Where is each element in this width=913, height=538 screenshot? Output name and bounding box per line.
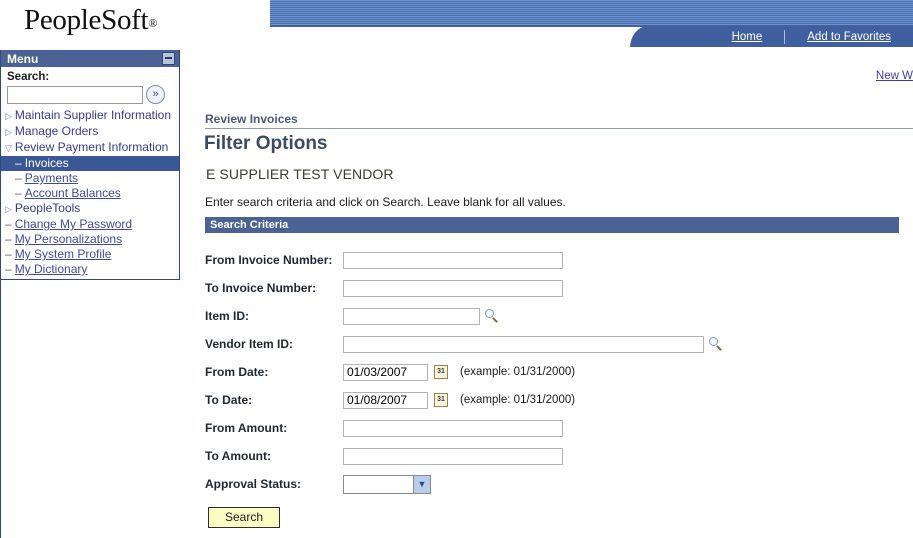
bullet-dash-icon: –: [15, 156, 22, 170]
approval-status-select-wrap: ▼: [343, 474, 431, 494]
new-window-link[interactable]: New Window: [876, 70, 913, 82]
sidebar-menu-panel: Menu Search: » ▷ Maintain Supplier Inform…: [0, 50, 180, 280]
app-header: PeopleSoft® Home Add to Favorites: [0, 0, 913, 48]
item-id-label: Item ID:: [205, 309, 250, 323]
menu-tree: ▷ Maintain Supplier Information ▷ Manage O…: [1, 108, 179, 279]
sidebar-item-label: Review Payment Information: [14, 140, 169, 154]
menu-title-label: Menu: [7, 51, 39, 66]
instruction-text: Enter search criteria and click on Searc…: [205, 195, 566, 209]
field-row-to-invoice-number: To Invoice Number:: [205, 274, 905, 302]
vendor-item-id-label: Vendor Item ID:: [205, 337, 294, 351]
sidebar-item-label: Manage Orders: [14, 124, 99, 138]
vendor-item-id-lookup-magnifier-icon[interactable]: [709, 337, 723, 351]
sidebar-item-account-balances[interactable]: – Account Balances: [1, 186, 179, 201]
to-invoice-number-input[interactable]: [343, 279, 563, 297]
page-title: Filter Options: [204, 133, 328, 154]
from-date-input[interactable]: [343, 363, 428, 381]
approval-status-label: Approval Status:: [205, 477, 302, 491]
sidebar-item-label: Maintain Supplier Information: [14, 108, 172, 122]
menu-header: Menu: [1, 50, 179, 67]
from-invoice-number-input[interactable]: [343, 251, 563, 269]
collapsed-triangle-icon: ▷: [5, 204, 12, 214]
from-date-hint: (example: 01/31/2000): [460, 366, 576, 378]
add-to-favorites-link[interactable]: Add to Favorites: [785, 31, 913, 43]
sidebar-item-payments[interactable]: – Payments: [1, 171, 179, 186]
sidebar-item-my-dictionary[interactable]: – My Dictionary: [1, 262, 179, 277]
field-row-from-invoice-number: From Invoice Number:: [205, 246, 905, 274]
approval-status-select[interactable]: [343, 474, 431, 494]
item-id-lookup-magnifier-icon[interactable]: [485, 309, 499, 323]
minimize-icon[interactable]: [162, 52, 175, 65]
field-row-vendor-item-id: Vendor Item ID:: [205, 330, 905, 358]
field-row-from-amount: From Amount:: [205, 414, 905, 442]
to-date-calendar-icon[interactable]: 31: [434, 393, 448, 407]
search-criteria-section-header: Search Criteria: [205, 217, 899, 233]
header-nav-tab: Home Add to Favorites: [630, 26, 913, 48]
sidebar-item-label[interactable]: Payments: [25, 171, 78, 185]
field-row-from-date: From Date: 31 (example: 01/31/2000): [205, 358, 905, 386]
new-window-row: New Window: [195, 68, 913, 82]
sidebar-item-change-my-password[interactable]: – Change My Password: [1, 217, 179, 232]
vendor-item-id-input[interactable]: [343, 335, 704, 353]
sidebar-item-label[interactable]: Account Balances: [25, 186, 121, 200]
main-content: New Window Review Invoices Filter Option…: [195, 50, 913, 538]
sidebar-item-review-payment-information[interactable]: ▽ Review Payment Information: [1, 140, 179, 156]
field-row-to-amount: To Amount:: [205, 442, 905, 470]
field-row-item-id: Item ID:: [205, 302, 905, 330]
bullet-dash-icon: –: [5, 217, 12, 231]
search-button[interactable]: Search: [208, 507, 280, 528]
registered-trademark-icon: ®: [148, 16, 158, 30]
from-date-calendar-icon[interactable]: 31: [434, 365, 448, 379]
magnifier-handle: [492, 317, 498, 323]
sidebar-item-my-personalizations[interactable]: – My Personalizations: [1, 232, 179, 247]
bullet-dash-icon: –: [15, 171, 22, 185]
item-id-input[interactable]: [343, 307, 480, 325]
to-invoice-number-label: To Invoice Number:: [205, 281, 317, 295]
sidebar-item-manage-orders[interactable]: ▷ Manage Orders: [1, 124, 179, 140]
menu-search-row: »: [1, 85, 179, 108]
expanded-triangle-icon: ▽: [5, 143, 12, 153]
menu-search-input[interactable]: [7, 85, 143, 104]
menu-body: Search: » ▷ Maintain Supplier Information…: [1, 67, 179, 279]
to-date-hint: (example: 01/31/2000): [460, 394, 576, 406]
sidebar-item-my-system-profile[interactable]: – My System Profile: [1, 247, 179, 262]
sidebar-item-label[interactable]: Change My Password: [15, 217, 132, 231]
to-date-label: To Date:: [205, 393, 253, 407]
peoplesoft-logo: PeopleSoft®: [24, 4, 157, 37]
to-amount-input[interactable]: [343, 447, 563, 465]
header-nav-links: Home Add to Favorites: [710, 26, 913, 48]
logo-text: PeopleSoft: [24, 4, 149, 36]
from-amount-label: From Amount:: [205, 421, 288, 435]
header-stripe-band: [200, 0, 913, 26]
vendor-name: E SUPPLIER TEST VENDOR: [206, 166, 394, 182]
field-row-approval-status: Approval Status: ▼: [205, 470, 905, 498]
to-date-input[interactable]: [343, 391, 428, 409]
sidebar-item-label[interactable]: My System Profile: [15, 247, 112, 261]
from-invoice-number-label: From Invoice Number:: [205, 253, 333, 267]
to-amount-label: To Amount:: [205, 449, 271, 463]
sidebar-item-label: PeopleTools: [14, 201, 81, 215]
breadcrumb: Review Invoices: [205, 112, 913, 129]
bullet-dash-icon: –: [5, 262, 12, 276]
home-link[interactable]: Home: [710, 31, 785, 43]
sidebar-item-maintain-supplier-information[interactable]: ▷ Maintain Supplier Information: [1, 108, 179, 124]
header-bottom-rule: [0, 47, 913, 48]
menu-search-label: Search:: [7, 71, 50, 83]
bullet-dash-icon: –: [5, 247, 12, 261]
double-chevron-right-icon[interactable]: »: [146, 85, 165, 104]
sidebar-item-label[interactable]: My Dictionary: [15, 262, 88, 276]
from-date-label: From Date:: [205, 365, 269, 379]
sidebar-item-label[interactable]: My Personalizations: [15, 232, 122, 246]
from-amount-input[interactable]: [343, 419, 563, 437]
magnifier-handle: [716, 345, 722, 351]
bullet-dash-icon: –: [5, 232, 12, 246]
search-criteria-form: From Invoice Number: To Invoice Number: …: [205, 246, 905, 528]
collapsed-triangle-icon: ▷: [5, 111, 12, 121]
bullet-dash-icon: –: [15, 186, 22, 200]
sidebar-item-peopletools[interactable]: ▷ PeopleTools: [1, 201, 179, 217]
field-row-to-date: To Date: 31 (example: 01/31/2000): [205, 386, 905, 414]
collapsed-triangle-icon: ▷: [5, 127, 12, 137]
sidebar-item-invoices[interactable]: – Invoices: [1, 156, 179, 171]
sidebar-item-label: Invoices: [24, 156, 69, 170]
